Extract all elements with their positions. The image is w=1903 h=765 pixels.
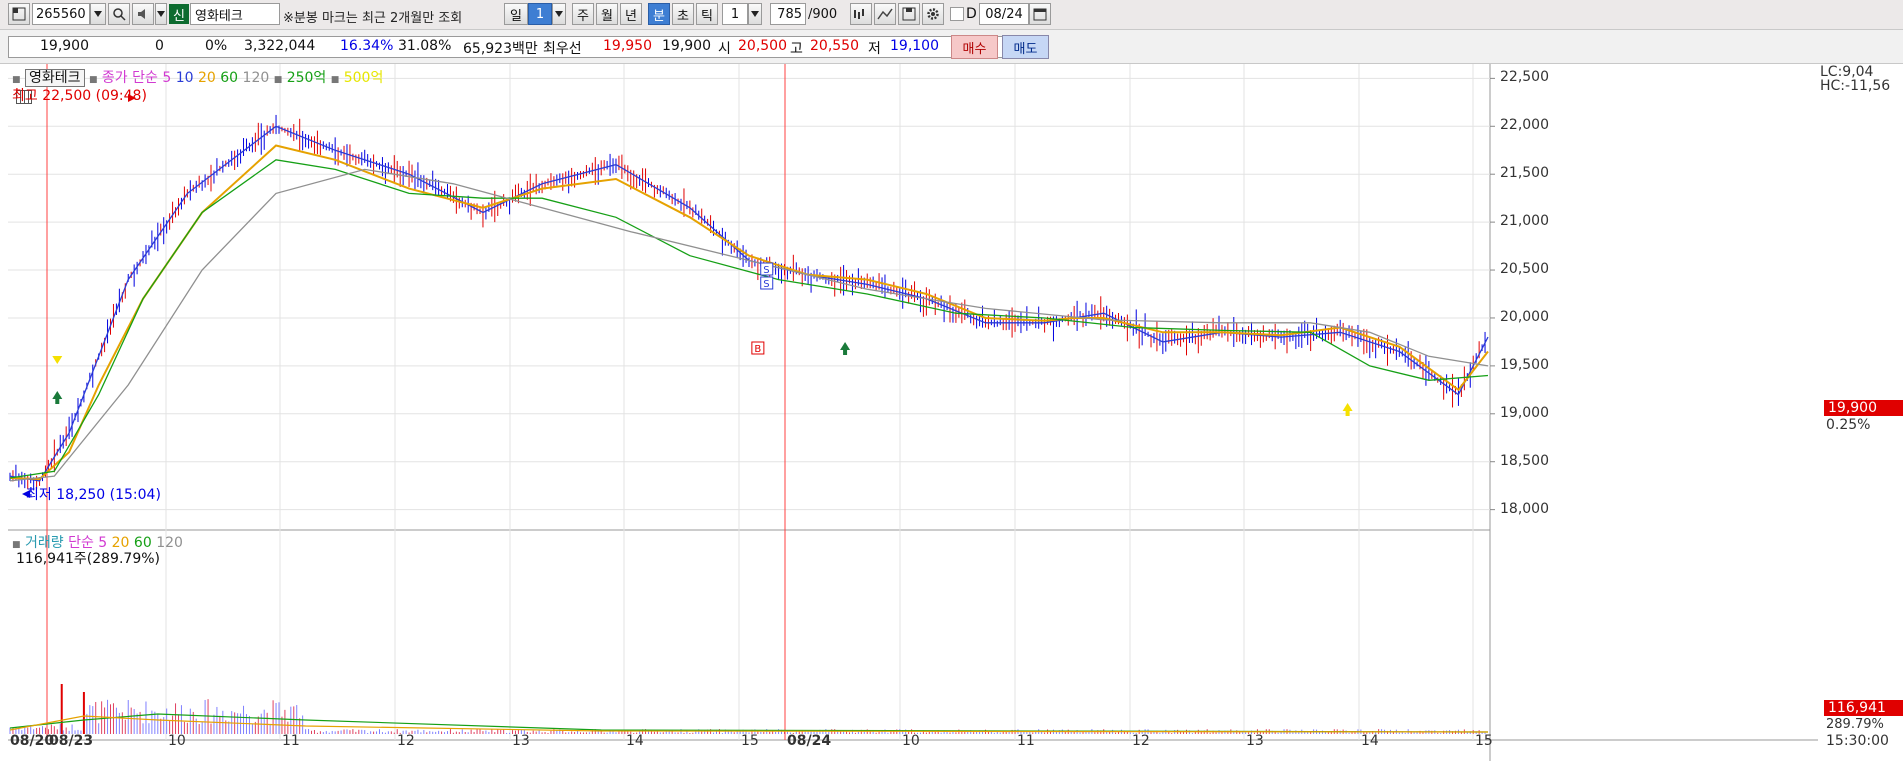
toolbar: 265560 신 영화테크 ※분봉 마크는 최근 2개월만 조회 일 1 주 월… xyxy=(0,0,1903,30)
best-bid: 19,900 xyxy=(662,38,711,54)
best-quote-label: 최우선 xyxy=(543,41,582,57)
low-marker: 최저 18,250 (15:04) xyxy=(26,487,161,503)
date-input[interactable]: 08/24 xyxy=(979,3,1029,25)
x-tick-label: 15 xyxy=(741,733,759,749)
period-year-button[interactable]: 년 xyxy=(620,3,642,25)
code-dropdown-icon[interactable] xyxy=(90,3,106,25)
last-time-label: 15:30:00 xyxy=(1826,733,1889,749)
low-price: 19,100 xyxy=(890,38,939,54)
calendar-icon[interactable] xyxy=(1029,3,1051,25)
percent-b: 31.08% xyxy=(398,38,452,54)
open-price: 20,500 xyxy=(738,38,787,54)
high-label: 고 xyxy=(790,41,803,57)
volume-ma120-label: 120 xyxy=(156,535,183,551)
indicator-icon[interactable] xyxy=(850,3,872,25)
period-second-button[interactable]: 초 xyxy=(672,3,694,25)
best-ask: 19,950 xyxy=(603,38,652,54)
amount-500-label: 500억 xyxy=(343,70,384,86)
amount-250-label: 250억 xyxy=(286,70,327,86)
y-tick-label: 18,000 xyxy=(1500,500,1549,517)
x-tick-label: 14 xyxy=(1361,733,1379,749)
speaker-dropdown-icon[interactable] xyxy=(155,3,167,25)
x-tick-label: 15 xyxy=(1475,733,1493,749)
period-minute-button[interactable]: 분 xyxy=(648,3,670,25)
period-week-button[interactable]: 주 xyxy=(572,3,594,25)
date-checkbox[interactable] xyxy=(950,7,964,21)
y-tick-label: 20,000 xyxy=(1500,308,1549,325)
change-percent: 0% xyxy=(205,38,228,54)
period-day-button[interactable]: 일 xyxy=(504,3,528,25)
period-tick-button[interactable]: 틱 xyxy=(696,3,718,25)
trade-amount: 65,923백만 xyxy=(463,41,538,57)
period-dropdown-icon[interactable] xyxy=(552,3,566,25)
count-total: /900 xyxy=(808,7,838,22)
hc-value: HC:-11,56 xyxy=(1820,78,1891,94)
y-tick-label: 21,000 xyxy=(1500,213,1549,230)
ma120-label: 120 xyxy=(242,70,270,86)
interval-input[interactable]: 1 xyxy=(722,3,748,25)
x-tick-label: 08/23 xyxy=(49,733,94,749)
open-label: 시 xyxy=(718,41,731,57)
current-volume-tag: 116,941 xyxy=(1824,700,1903,716)
x-tick-label: 11 xyxy=(282,733,300,749)
settings-gear-icon[interactable] xyxy=(922,3,944,25)
sell-signal-text: S xyxy=(763,265,769,276)
y-tick-label: 19,000 xyxy=(1500,404,1549,421)
current-volume-pct: 289.79% xyxy=(1826,717,1884,732)
search-icon[interactable] xyxy=(108,3,130,25)
current-price: 19,900 xyxy=(40,38,89,54)
speaker-icon[interactable] xyxy=(132,3,154,25)
trend-tool-icon[interactable] xyxy=(874,3,896,25)
count-input[interactable]: 785 xyxy=(770,3,806,25)
volume-value: 116,941주(289.79%) xyxy=(16,551,160,567)
x-tick-label: 12 xyxy=(397,733,415,749)
new-listing-badge: 신 xyxy=(169,4,189,24)
percent-a: 16.34% xyxy=(340,38,394,54)
high-price: 20,550 xyxy=(810,38,859,54)
ma-label: 종가 단순 5 xyxy=(101,70,172,86)
period-number-input[interactable]: 1 xyxy=(528,3,552,25)
save-icon[interactable] xyxy=(898,3,920,25)
x-tick-label: 12 xyxy=(1132,733,1150,749)
price-panel-legend: ■ 영화테크 ■ 종가 단순 5 10 20 60 120 ■ 250억 ■ 5… xyxy=(12,69,384,87)
y-tick-label: 21,500 xyxy=(1500,165,1549,182)
x-tick-label: 11 xyxy=(1017,733,1035,749)
ma20-label: 20 xyxy=(197,70,216,86)
mark-notice: ※분봉 마크는 최근 2개월만 조회 xyxy=(283,11,463,26)
layout-icon[interactable] xyxy=(8,3,30,25)
buy-button[interactable]: 매수 xyxy=(951,35,998,59)
stock-name-field[interactable]: 영화테크 xyxy=(190,3,280,25)
current-price-tag: 19,900 xyxy=(1824,400,1903,416)
y-tick-label: 19,500 xyxy=(1500,356,1549,373)
stock-code-input[interactable]: 265560 xyxy=(32,3,90,25)
low-label: 저 xyxy=(868,41,881,57)
x-tick-label: 13 xyxy=(512,733,530,749)
period-month-button[interactable]: 월 xyxy=(596,3,618,25)
date-check-label: D xyxy=(966,6,977,22)
y-tick-label: 20,500 xyxy=(1500,261,1549,278)
x-tick-label: 10 xyxy=(902,733,920,749)
x-tick-label: 13 xyxy=(1246,733,1264,749)
interval-dropdown-icon[interactable] xyxy=(748,3,762,25)
buy-signal-text: B xyxy=(754,344,761,355)
x-tick-label: 08/24 xyxy=(787,733,832,749)
x-tick-label: 14 xyxy=(626,733,644,749)
x-tick-label: 10 xyxy=(168,733,186,749)
ma10-label: 10 xyxy=(175,70,194,86)
y-tick-label: 18,500 xyxy=(1500,452,1549,469)
x-tick-label: 08/20 xyxy=(10,733,55,749)
sell-signal-text: S xyxy=(763,279,769,290)
sell-button[interactable]: 매도 xyxy=(1002,35,1049,59)
volume-total: 3,322,044 xyxy=(244,38,316,54)
y-tick-label: 22,000 xyxy=(1500,117,1549,134)
current-price-pct: 0.25% xyxy=(1826,417,1871,433)
y-tick-label: 22,500 xyxy=(1500,69,1549,86)
ma60-label: 60 xyxy=(220,70,239,86)
price-change: 0 xyxy=(155,38,164,54)
